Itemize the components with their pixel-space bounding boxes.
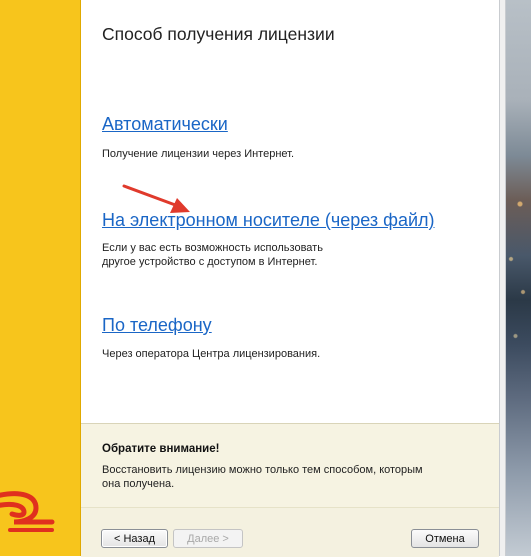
page-title: Способ получения лицензии (102, 24, 335, 44)
option-file-link[interactable]: На электронном носителе (через файл) (102, 210, 435, 231)
notice-line: Восстановить лицензию можно только тем с… (102, 464, 423, 476)
option-automatic-description: Получение лицензии через Интернет. (102, 148, 295, 160)
desktop-background (499, 0, 531, 556)
option-file-description-line: Если у вас есть возможность использовать (102, 242, 323, 254)
option-phone-description: Через оператора Центра лицензирования. (102, 348, 321, 360)
notice-title: Обратите внимание! (102, 443, 220, 455)
cancel-button[interactable]: Отмена (411, 529, 479, 548)
brand-sidebar (0, 0, 81, 556)
1c-logo-icon (0, 491, 55, 532)
option-file-description: Если у вас есть возможность использовать… (102, 241, 323, 269)
notice-line: она получена. (102, 478, 175, 490)
option-file-description-line: другое устройство с доступом в Интернет. (102, 256, 318, 268)
notice-text: Восстановить лицензию можно только тем с… (102, 463, 442, 491)
option-phone-link[interactable]: По телефону (102, 315, 212, 336)
back-button[interactable]: < Назад (101, 529, 168, 548)
next-button[interactable]: Далее > (173, 529, 243, 548)
city-lights (502, 160, 531, 380)
option-automatic-link[interactable]: Автоматически (102, 114, 228, 135)
